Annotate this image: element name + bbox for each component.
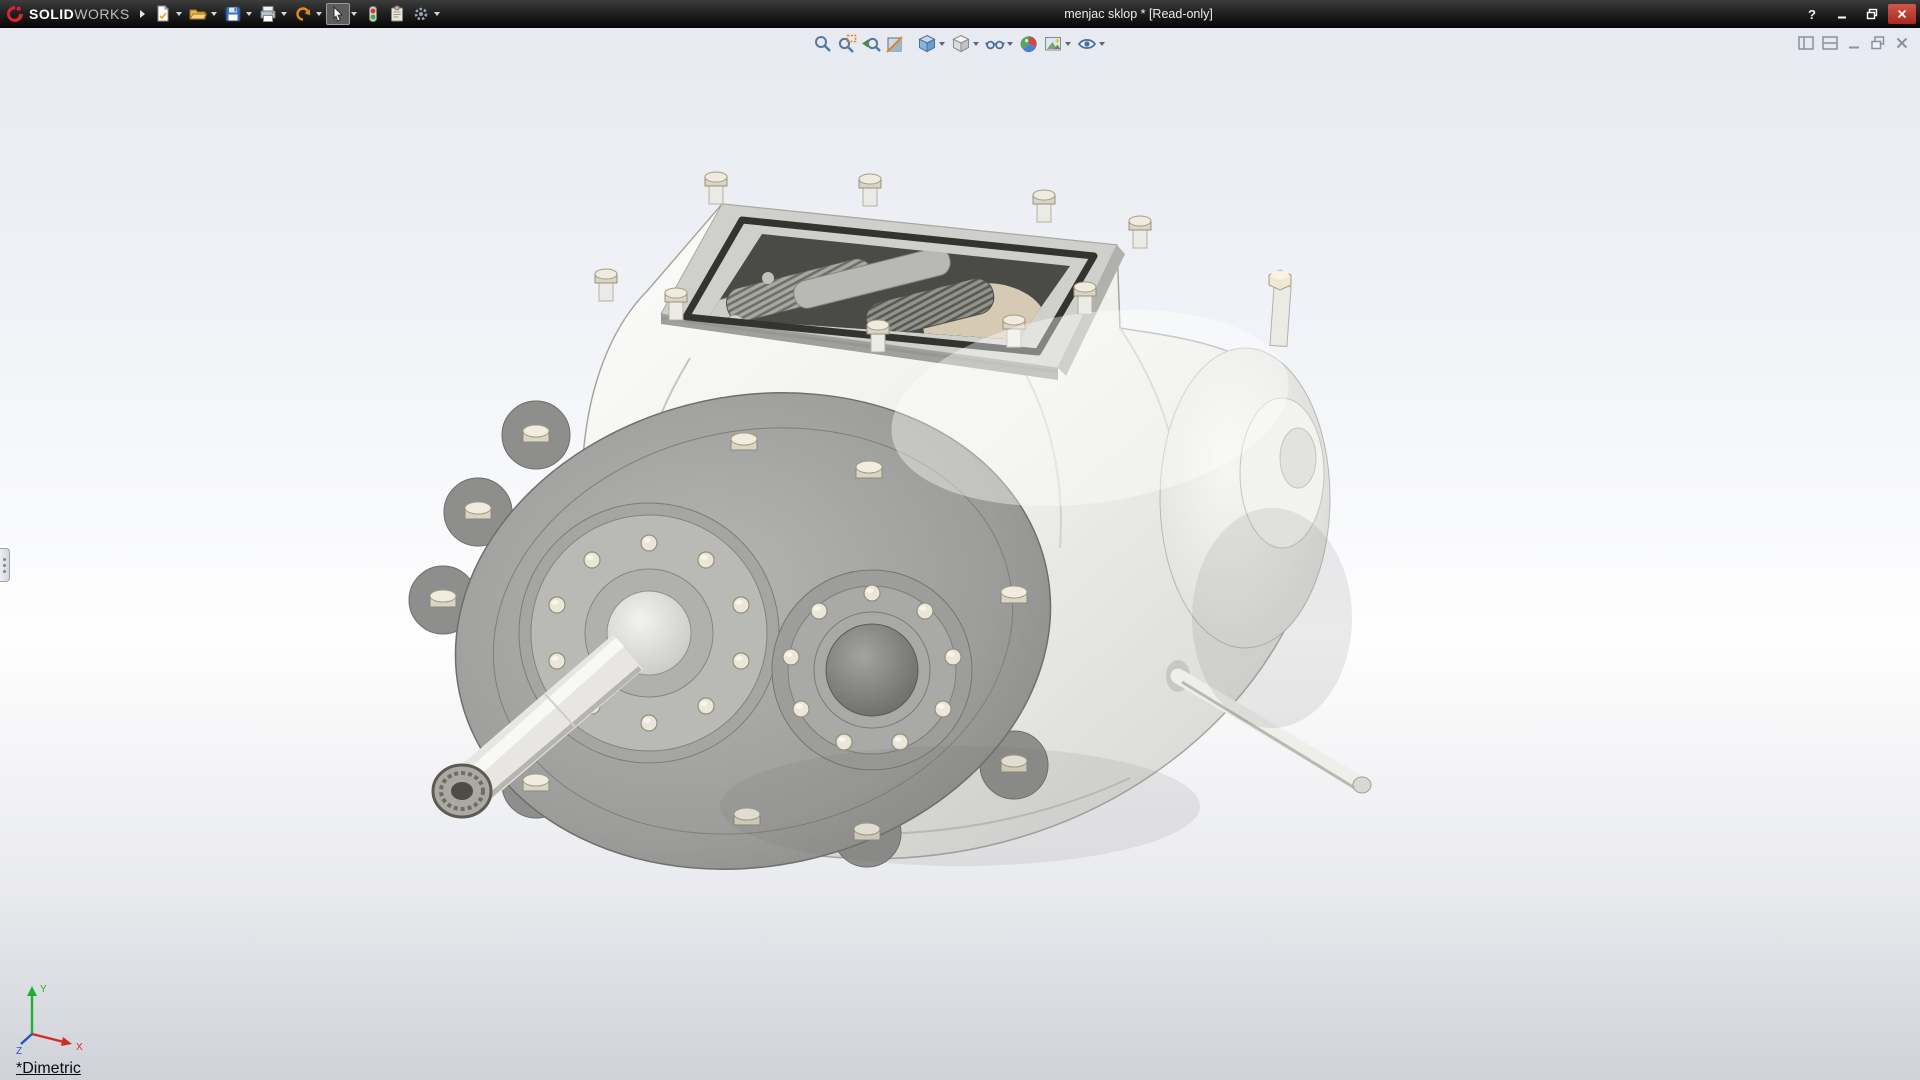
open-button[interactable] <box>186 3 210 25</box>
zoom-to-fit-button[interactable] <box>811 32 835 56</box>
graphics-viewport[interactable]: Y X Z *Dimetric <box>0 28 1920 1080</box>
view-orientation-button[interactable] <box>915 32 939 56</box>
zoom-to-area-button[interactable] <box>835 32 859 56</box>
doc-minimize-button[interactable] <box>1844 33 1864 53</box>
previous-view-button[interactable] <box>859 32 883 56</box>
window-buttons: ? <box>1796 4 1920 24</box>
close-button[interactable] <box>1888 4 1916 24</box>
open-dropdown-icon[interactable] <box>211 12 217 16</box>
zoom-to-fit-icon <box>813 34 833 54</box>
feature-pane-button[interactable] <box>1796 33 1816 53</box>
bearing-cover-secondary <box>772 570 972 770</box>
hide-show-dropdown-icon[interactable] <box>1007 42 1013 46</box>
app-logo: SOLIDWORKS <box>0 5 138 23</box>
help-button[interactable]: ? <box>1798 4 1826 24</box>
file-properties-icon <box>388 5 406 23</box>
apply-scene-dropdown-icon[interactable] <box>1065 42 1071 46</box>
file-properties-button[interactable] <box>385 3 409 25</box>
doc-restore-icon <box>1869 34 1887 52</box>
undo-icon <box>294 5 312 23</box>
save-icon <box>224 5 242 23</box>
display-style-cube-icon <box>951 34 971 54</box>
options-gear-icon <box>412 5 430 23</box>
split-pane-button[interactable] <box>1820 33 1840 53</box>
print-icon <box>259 5 277 23</box>
doc-close-button[interactable] <box>1892 33 1912 53</box>
rebuild-stoplight-icon <box>364 5 382 23</box>
display-style-button[interactable] <box>949 32 973 56</box>
minimize-icon <box>1836 8 1848 20</box>
zoom-to-area-icon <box>837 34 857 54</box>
document-window-controls <box>1796 33 1912 53</box>
triad-z-arrow <box>21 1034 32 1044</box>
restore-button[interactable] <box>1858 4 1886 24</box>
gearbox-model[interactable] <box>0 28 1920 1080</box>
section-view-icon <box>885 34 905 54</box>
open-folder-icon <box>189 5 207 23</box>
triad-y-arrow <box>27 986 37 996</box>
view-orientation-dropdown-icon[interactable] <box>939 42 945 46</box>
doc-close-icon <box>1893 34 1911 52</box>
window-title: menjac sklop * [Read-only] <box>1064 7 1213 21</box>
previous-view-icon <box>861 34 881 54</box>
undo-button[interactable] <box>291 3 315 25</box>
close-icon <box>1896 8 1908 20</box>
apply-scene-button[interactable] <box>1041 32 1065 56</box>
rebuild-button[interactable] <box>361 3 385 25</box>
print-button[interactable] <box>256 3 280 25</box>
brand-works: WORKS <box>74 6 129 22</box>
view-settings-dropdown-icon[interactable] <box>1099 42 1105 46</box>
hide-show-items-button[interactable] <box>983 32 1007 56</box>
options-button[interactable] <box>409 3 433 25</box>
heads-up-toolbar <box>811 32 1109 56</box>
select-cursor-icon <box>329 5 347 23</box>
titlebar: SOLIDWORKS <box>0 0 1920 28</box>
new-document-icon <box>154 5 172 23</box>
feature-pane-icon <box>1797 34 1815 52</box>
view-orientation-cube-icon <box>917 34 937 54</box>
select-dropdown-icon[interactable] <box>351 12 357 16</box>
select-button[interactable] <box>326 3 350 25</box>
restore-icon <box>1866 8 1878 20</box>
apply-scene-icon <box>1043 34 1063 54</box>
view-orientation-label: *Dimetric <box>16 1060 81 1078</box>
triad-y-label: Y <box>40 984 47 995</box>
edit-appearance-ball-icon <box>1019 34 1039 54</box>
new-document-button[interactable] <box>151 3 175 25</box>
menu-expand-arrow-icon[interactable] <box>140 10 145 18</box>
reference-triad: Y X Z <box>16 978 94 1056</box>
save-dropdown-icon[interactable] <box>246 12 252 16</box>
print-dropdown-icon[interactable] <box>281 12 287 16</box>
save-button[interactable] <box>221 3 245 25</box>
view-settings-button[interactable] <box>1075 32 1099 56</box>
triad-x-arrow <box>61 1037 72 1046</box>
display-style-dropdown-icon[interactable] <box>973 42 979 46</box>
brand-name: SOLIDWORKS <box>29 6 130 22</box>
doc-restore-button[interactable] <box>1868 33 1888 53</box>
undo-dropdown-icon[interactable] <box>316 12 322 16</box>
hide-show-glasses-icon <box>985 34 1005 54</box>
panel-splitter-handle[interactable] <box>0 548 10 582</box>
split-pane-icon <box>1821 34 1839 52</box>
triad-x-label: X <box>76 1042 83 1053</box>
minimize-button[interactable] <box>1828 4 1856 24</box>
doc-minimize-icon <box>1845 34 1863 52</box>
edit-appearance-button[interactable] <box>1017 32 1041 56</box>
section-view-button[interactable] <box>883 32 907 56</box>
new-document-dropdown-icon[interactable] <box>176 12 182 16</box>
triad-z-label: Z <box>16 1046 22 1056</box>
view-settings-eye-icon <box>1077 34 1097 54</box>
solidworks-logo-icon <box>6 5 24 23</box>
options-dropdown-icon[interactable] <box>434 12 440 16</box>
rear-stub-shaft <box>1269 270 1291 347</box>
brand-solid: SOLID <box>29 6 74 22</box>
